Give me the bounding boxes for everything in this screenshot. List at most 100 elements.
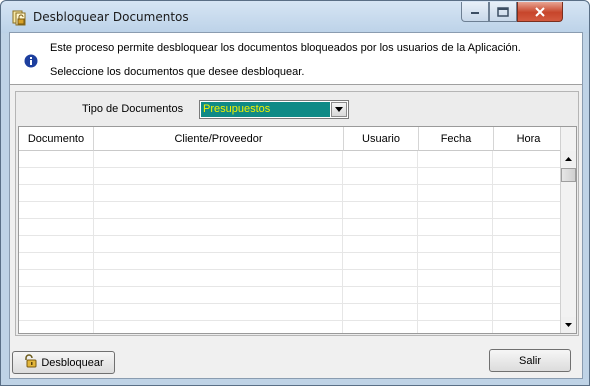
documents-panel: Tipo de Documentos Presupuestos Document… (15, 91, 579, 336)
title-bar[interactable]: Desbloquear Documentos (1, 1, 589, 33)
table-cell (94, 151, 344, 168)
maximize-icon (497, 6, 509, 17)
table-cell (343, 168, 419, 185)
table-cell (19, 253, 94, 270)
column-header-fecha[interactable]: Fecha (419, 127, 494, 151)
table-cell (418, 253, 494, 270)
table-cell (94, 219, 344, 236)
table-row[interactable] (19, 185, 563, 202)
table-row[interactable] (19, 168, 563, 185)
column-header-cliente-proveedor[interactable]: Cliente/Proveedor (94, 127, 344, 151)
table-cell (343, 151, 419, 168)
table-cell (493, 270, 563, 287)
table-cell (19, 270, 94, 287)
table-cell (94, 270, 344, 287)
table-cell (418, 185, 494, 202)
table-cell (418, 304, 494, 321)
exit-button[interactable]: Salir (489, 349, 571, 372)
table-cell (19, 168, 94, 185)
table-cell (493, 185, 563, 202)
table-row[interactable] (19, 270, 563, 287)
table-cell (19, 236, 94, 253)
grid-body (19, 151, 563, 333)
table-cell (94, 253, 344, 270)
unlock-button[interactable]: Desbloquear (12, 351, 115, 374)
table-cell (343, 287, 419, 304)
table-cell (418, 219, 494, 236)
unlock-button-label: Desbloquear (41, 356, 104, 369)
table-cell (343, 253, 419, 270)
table-cell (343, 219, 419, 236)
table-cell (418, 151, 494, 168)
table-cell (493, 253, 563, 270)
documents-grid[interactable]: Documento Cliente/Proveedor Usuario Fech… (18, 126, 577, 334)
table-cell (19, 304, 94, 321)
table-cell (94, 236, 344, 253)
table-cell (418, 236, 494, 253)
info-panel: Este proceso permite desbloquear los doc… (10, 33, 582, 85)
info-icon (24, 54, 38, 68)
minimize-icon (471, 11, 479, 14)
table-cell (493, 287, 563, 304)
column-header-documento[interactable]: Documento (19, 127, 94, 151)
table-cell (493, 236, 563, 253)
scroll-up-button[interactable] (561, 151, 576, 167)
table-row[interactable] (19, 253, 563, 270)
table-cell (493, 219, 563, 236)
scroll-thumb[interactable] (561, 168, 576, 182)
table-cell (94, 304, 344, 321)
table-cell (94, 321, 344, 333)
dialog-window: Desbloquear Documentos Este proceso perm… (0, 0, 590, 386)
table-cell (418, 287, 494, 304)
close-button[interactable] (517, 2, 563, 22)
table-cell (19, 321, 94, 333)
info-text-line2: Seleccione los documentos que desee desb… (50, 66, 305, 78)
close-icon (535, 6, 545, 17)
column-header-usuario[interactable]: Usuario (344, 127, 419, 151)
table-cell (493, 304, 563, 321)
table-cell (493, 168, 563, 185)
table-row[interactable] (19, 304, 563, 321)
table-cell (418, 168, 494, 185)
table-row[interactable] (19, 202, 563, 219)
scroll-down-button[interactable] (561, 317, 576, 333)
table-cell (94, 287, 344, 304)
table-cell (418, 202, 494, 219)
table-cell (418, 270, 494, 287)
vertical-scrollbar[interactable] (560, 127, 576, 333)
table-cell (343, 270, 419, 287)
table-cell (94, 168, 344, 185)
table-row[interactable] (19, 236, 563, 253)
app-icon (11, 10, 27, 26)
minimize-button[interactable] (461, 2, 489, 22)
arrow-down-icon (565, 323, 572, 327)
table-row[interactable] (19, 151, 563, 168)
document-type-dropdown[interactable]: Presupuestos (199, 100, 349, 119)
dropdown-arrow-button[interactable] (331, 102, 347, 117)
table-cell (19, 219, 94, 236)
document-type-selected: Presupuestos (201, 102, 330, 117)
table-cell (19, 185, 94, 202)
table-row[interactable] (19, 219, 563, 236)
column-header-hora[interactable]: Hora (494, 127, 564, 151)
table-cell (19, 202, 94, 219)
table-row[interactable] (19, 321, 563, 333)
exit-button-label: Salir (518, 354, 541, 367)
info-text-line1: Este proceso permite desbloquear los doc… (50, 42, 521, 54)
document-type-label: Tipo de Documentos (82, 103, 184, 115)
window-title: Desbloquear Documentos (33, 10, 189, 24)
maximize-button[interactable] (489, 2, 517, 22)
table-cell (493, 202, 563, 219)
dialog-body: Este proceso permite desbloquear los doc… (9, 32, 583, 379)
chevron-down-icon (335, 107, 343, 112)
table-cell (19, 287, 94, 304)
table-cell (19, 151, 94, 168)
table-row[interactable] (19, 287, 563, 304)
table-cell (343, 236, 419, 253)
table-cell (343, 185, 419, 202)
table-cell (493, 321, 563, 333)
arrow-up-icon (565, 157, 572, 161)
table-cell (343, 321, 419, 333)
table-cell (343, 304, 419, 321)
table-cell (94, 185, 344, 202)
